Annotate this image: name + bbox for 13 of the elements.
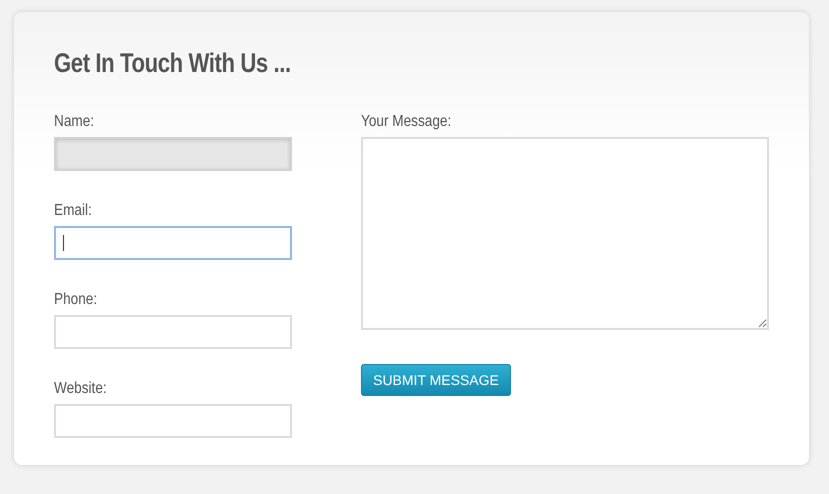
input-field[interactable] [54,315,292,349]
text-cursor [63,235,64,251]
field-label: Website: [54,380,108,398]
message-field[interactable] [361,137,769,330]
input-field[interactable] [54,404,292,438]
field-label: Your Message: [361,113,452,131]
form-title: Get In Touch With Us ... [54,48,292,79]
field-label: Email: [54,202,93,220]
input-field[interactable] [54,226,292,260]
field-label: Phone: [54,291,98,309]
input-field[interactable] [54,137,292,171]
field-label: Name: [54,113,96,131]
submit-button[interactable]: SUBMIT MESSAGE [361,364,511,396]
